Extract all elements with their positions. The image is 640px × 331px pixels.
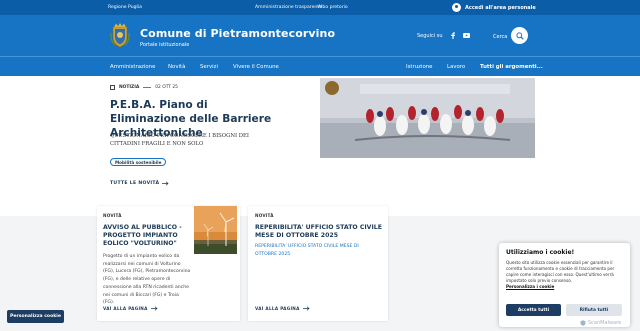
cookie-banner: Utilizziamo i cookie! Questo sito utiliz… — [499, 243, 630, 327]
follow-label: Seguici su — [417, 32, 443, 39]
watermark-label: ScanMalware — [588, 320, 622, 326]
hero-section: NOTIZIA 02 OTT 25 P.E.B.A. Piano di Elim… — [0, 76, 640, 216]
hero-description: QUESTIONARIO PER CONOSCERE I BISOGNI DEI… — [110, 133, 249, 147]
nav-amministrazione[interactable]: Amministrazione — [110, 64, 155, 70]
cookie-title: Utilizziamo i cookie! — [506, 249, 575, 256]
hero-category: NOTIZIA — [119, 85, 140, 90]
hero-image — [320, 78, 535, 158]
site-header: Comune di Pietramontecorvino Portale ist… — [0, 15, 640, 56]
card-title[interactable]: AVVISO AL PUBBLICO - PROGETTO IMPIANTO E… — [103, 224, 191, 248]
reject-all-button[interactable]: Rifiuta tutti — [566, 304, 622, 316]
wind-turbine-image — [194, 206, 237, 254]
cookie-settings-link[interactable]: Personalizza i cookie — [506, 284, 554, 289]
card-category: NOVITÀ — [255, 213, 274, 218]
calendar-icon — [110, 85, 115, 90]
search-button[interactable] — [511, 27, 528, 44]
hero-meta: NOTIZIA 02 OTT 25 — [110, 85, 178, 90]
site-title[interactable]: Comune di Pietramontecorvino — [140, 27, 335, 40]
arrow-right-icon — [162, 181, 169, 186]
social-links: Seguici su — [417, 32, 471, 39]
news-card: NOVITÀ REPERIBILITA' UFFICIO STATO CIVIL… — [248, 206, 388, 321]
meta-separator — [143, 87, 152, 88]
search-icon — [515, 31, 524, 40]
card-link[interactable]: VAI ALLA PAGINA — [103, 306, 158, 311]
cookie-text: Questo sito utilizza cookie essenziali p… — [506, 260, 625, 290]
login-label: Accedi all'area personale — [465, 4, 536, 11]
nav-istruzione[interactable]: Istruzione — [406, 64, 433, 70]
card-link-label: VAI ALLA PAGINA — [255, 306, 300, 311]
site-subtitle: Portale istituzionale — [140, 42, 190, 48]
customize-cookies-button[interactable]: Personalizza cookie — [7, 310, 64, 323]
region-link[interactable]: Regione Puglia — [108, 5, 142, 10]
arrow-right-icon — [150, 306, 158, 311]
search-label: Cerca — [493, 34, 508, 40]
card-link[interactable]: VAI ALLA PAGINA — [255, 306, 310, 311]
top-bar: Regione Puglia Amministrazione trasparen… — [0, 0, 640, 15]
cookie-description: Questo sito utilizza cookie essenziali p… — [506, 260, 615, 284]
card-title[interactable]: REPERIBILITA' UFFICIO STATO CIVILE MESE … — [255, 224, 383, 240]
card-category: NOVITÀ — [103, 213, 122, 218]
shield-icon — [580, 320, 586, 326]
albo-link[interactable]: Albo pretorio — [318, 5, 348, 10]
user-icon — [452, 3, 461, 12]
coat-of-arms-icon[interactable] — [110, 23, 130, 48]
youtube-icon[interactable] — [463, 32, 471, 39]
news-card: NOVITÀ AVVISO AL PUBBLICO - PROGETTO IMP… — [97, 206, 240, 321]
transparency-link[interactable]: Amministrazione trasparente — [255, 5, 322, 10]
nav-novita[interactable]: Novità — [168, 64, 185, 70]
nav-vivere-il-comune[interactable]: Vivere il Comune — [233, 64, 279, 70]
facebook-icon[interactable] — [449, 32, 456, 39]
card-body: Progetto di un impianto eolico da realiz… — [103, 254, 191, 306]
watermark: ScanMalware — [580, 320, 621, 326]
arrow-right-icon — [302, 306, 310, 311]
card-body: REPERIBILITA' UFFICIO STATO CIVILE MESE … — [255, 244, 359, 257]
all-news-link[interactable]: TUTTE LE NOVITÀ — [110, 181, 169, 186]
main-nav: Amministrazione Novità Servizi Vivere il… — [0, 56, 640, 76]
card-link-label: VAI ALLA PAGINA — [103, 306, 148, 311]
accept-all-button[interactable]: Accetta tutti — [506, 304, 561, 316]
nav-tutti-gli-argomenti[interactable]: Tutti gli argomenti... — [480, 64, 543, 70]
nav-servizi[interactable]: Servizi — [200, 64, 218, 70]
all-news-label: TUTTE LE NOVITÀ — [110, 181, 160, 186]
login-button[interactable]: Accedi all'area personale — [452, 2, 536, 13]
nav-lavoro[interactable]: Lavoro — [447, 64, 465, 70]
topic-chip[interactable]: Mobilità sostenibile — [110, 158, 167, 166]
hero-date: 02 OTT 25 — [155, 85, 178, 90]
